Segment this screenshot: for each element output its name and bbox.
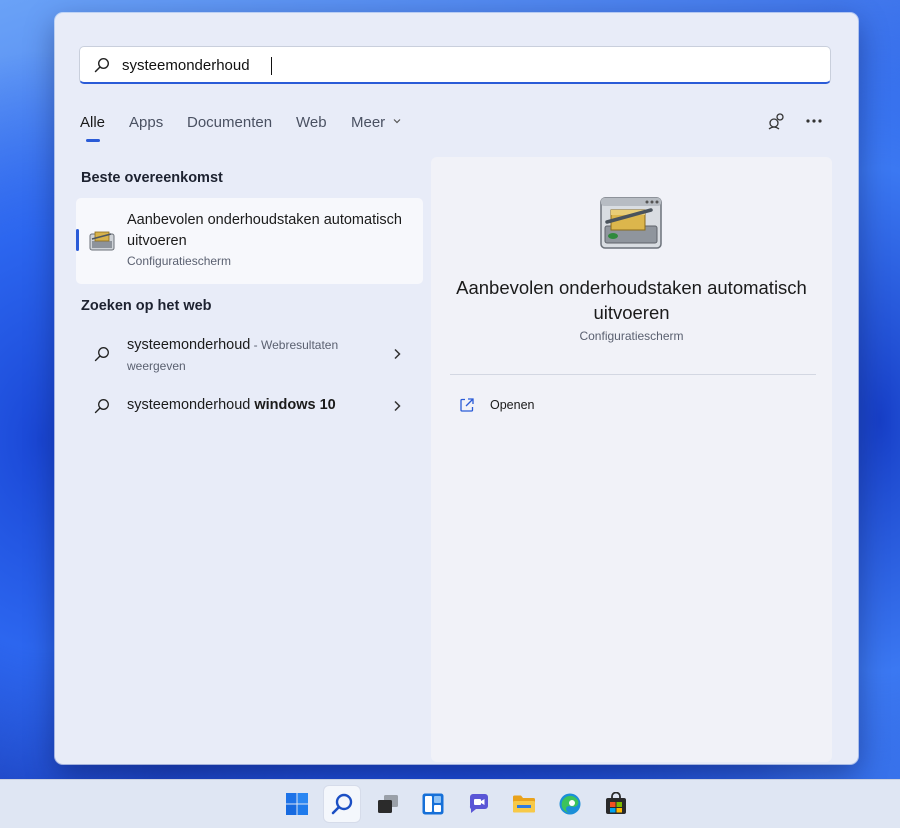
web-result-2-suffix: windows 10: [250, 397, 336, 413]
web-search-heading: Zoeken op het web: [81, 298, 212, 314]
preview-divider: [450, 374, 816, 375]
search-icon: [331, 793, 353, 815]
task-view-icon: [378, 795, 398, 813]
tab-meer[interactable]: Meer: [351, 114, 402, 131]
widgets-icon: [422, 793, 444, 815]
web-result-1-query: systeemonderhoud: [127, 337, 251, 353]
taskbar: [0, 779, 900, 828]
search-input[interactable]: [122, 53, 812, 77]
store-icon: [606, 792, 626, 814]
search-panel: Alle Apps Documenten Web Meer Beste over…: [55, 13, 858, 764]
edge-button[interactable]: [552, 786, 588, 822]
search-icon: [94, 347, 109, 362]
chat-icon: [469, 794, 488, 813]
more-icon[interactable]: [804, 115, 824, 127]
chevron-right-icon: [394, 400, 401, 412]
web-result-2-query: systeemonderhoud: [127, 397, 251, 413]
file-explorer-button[interactable]: [506, 786, 542, 822]
preview-subtitle: Configuratiescherm: [579, 329, 684, 343]
open-action-label: Openen: [490, 398, 535, 412]
external-link-icon: [460, 398, 474, 412]
maintenance-icon: [89, 231, 115, 251]
best-match-name: Aanbevolen onderhoudstaken automatisch u…: [127, 212, 402, 249]
chat-button[interactable]: [461, 786, 497, 822]
best-match-item[interactable]: Aanbevolen onderhoudstaken automatisch u…: [76, 198, 423, 284]
tab-web[interactable]: Web: [296, 114, 327, 131]
search-box[interactable]: [79, 46, 831, 84]
preview-title: Aanbevolen onderhoudstaken automatisch u…: [456, 277, 807, 323]
search-icon: [94, 57, 110, 73]
tab-apps[interactable]: Apps: [129, 114, 163, 131]
chevron-down-icon: [393, 119, 401, 124]
web-result-1-text: systeemonderhoud - Webresultaten weergev…: [127, 335, 367, 377]
open-action[interactable]: Openen: [459, 395, 659, 417]
text-caret: [271, 57, 272, 75]
web-result-1[interactable]: systeemonderhoud - Webresultaten weergev…: [76, 335, 423, 379]
preview-pane: Aanbevolen onderhoudstaken automatisch u…: [431, 157, 832, 762]
tab-alle[interactable]: Alle: [80, 114, 105, 142]
best-match-subtitle: Configuratiescherm: [127, 254, 232, 268]
edge-icon: [559, 793, 581, 815]
windows-start-icon: [286, 793, 308, 815]
task-view-button[interactable]: [370, 786, 406, 822]
search-icon: [94, 399, 109, 414]
tab-meer-label: Meer: [351, 114, 386, 131]
file-explorer-icon: [513, 795, 535, 813]
tab-documenten[interactable]: Documenten: [187, 114, 272, 131]
widgets-button[interactable]: [415, 786, 451, 822]
web-result-2[interactable]: systeemonderhoud windows 10: [76, 395, 423, 419]
share-icon[interactable]: [767, 111, 787, 131]
best-match-heading: Beste overeenkomst: [81, 170, 223, 186]
maintenance-icon: [600, 197, 662, 249]
chevron-right-icon: [394, 348, 401, 360]
taskbar-search-button[interactable]: [324, 786, 360, 822]
store-button[interactable]: [598, 786, 634, 822]
selection-indicator: [76, 229, 79, 251]
web-result-2-text: systeemonderhoud windows 10: [127, 395, 367, 416]
start-button[interactable]: [279, 786, 315, 822]
